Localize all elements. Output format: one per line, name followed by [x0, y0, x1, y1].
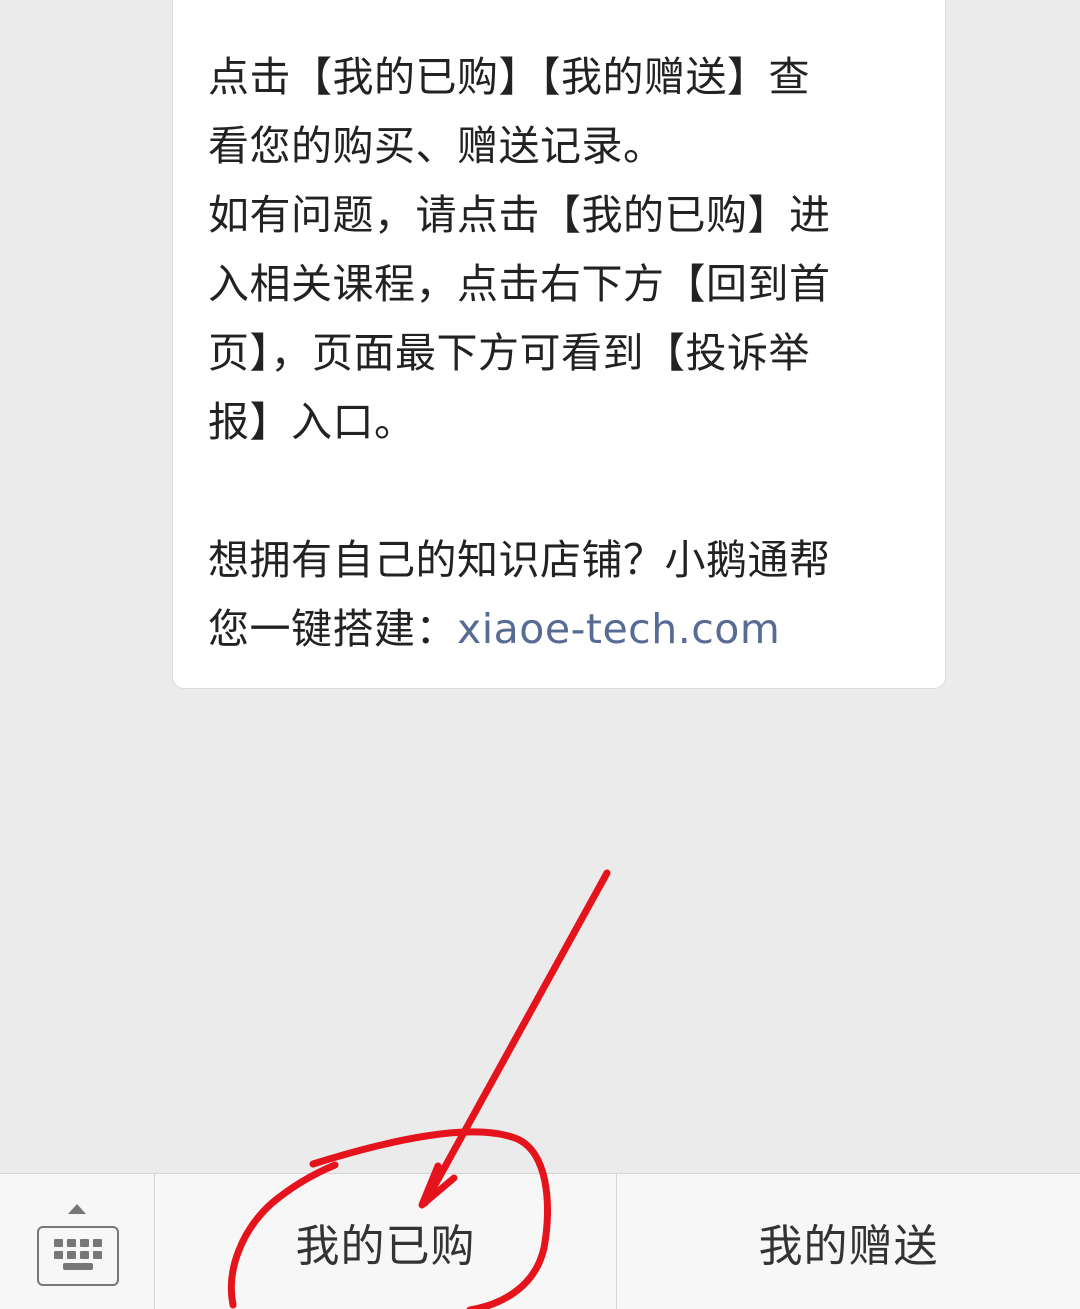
- message-bubble: 点击【我的已购】【我的赠送】查 看您的购买、赠送记录。 如有问题，请点击【我的已…: [172, 0, 946, 689]
- message-line: 点击【我的已购】【我的赠送】查: [208, 53, 810, 101]
- message-line: 页】，页面最下方可看到【投诉举: [208, 329, 810, 377]
- message-line: 报】入口。: [208, 398, 416, 446]
- website-link[interactable]: xiaoe-tech.com: [457, 605, 780, 653]
- chat-area: 点击【我的已购】【我的赠送】查 看您的购买、赠送记录。 如有问题，请点击【我的已…: [0, 0, 1080, 1173]
- promo-line: 想拥有自己的知识店铺？小鹅通帮: [208, 536, 831, 584]
- message-line: 入相关课程，点击右下方【回到首: [208, 260, 831, 308]
- my-gifts-button[interactable]: 我的赠送: [617, 1174, 1080, 1309]
- message-line: 看您的购买、赠送记录。: [208, 122, 665, 170]
- promo-line-with-link: 您一键搭建：xiaoe-tech.com: [208, 595, 918, 664]
- caret-up-icon: [68, 1204, 86, 1214]
- message-line: 如有问题，请点击【我的已购】进: [208, 191, 831, 239]
- keyboard-toggle-button[interactable]: [0, 1174, 155, 1309]
- message-text: 点击【我的已购】【我的赠送】查 看您的购买、赠送记录。 如有问题，请点击【我的已…: [208, 43, 918, 664]
- keyboard-icon: [37, 1226, 119, 1286]
- custom-menu-bar: 我的已购 我的赠送: [0, 1173, 1080, 1309]
- promo-prefix: 您一键搭建：: [208, 605, 457, 653]
- my-purchases-button[interactable]: 我的已购: [155, 1174, 617, 1309]
